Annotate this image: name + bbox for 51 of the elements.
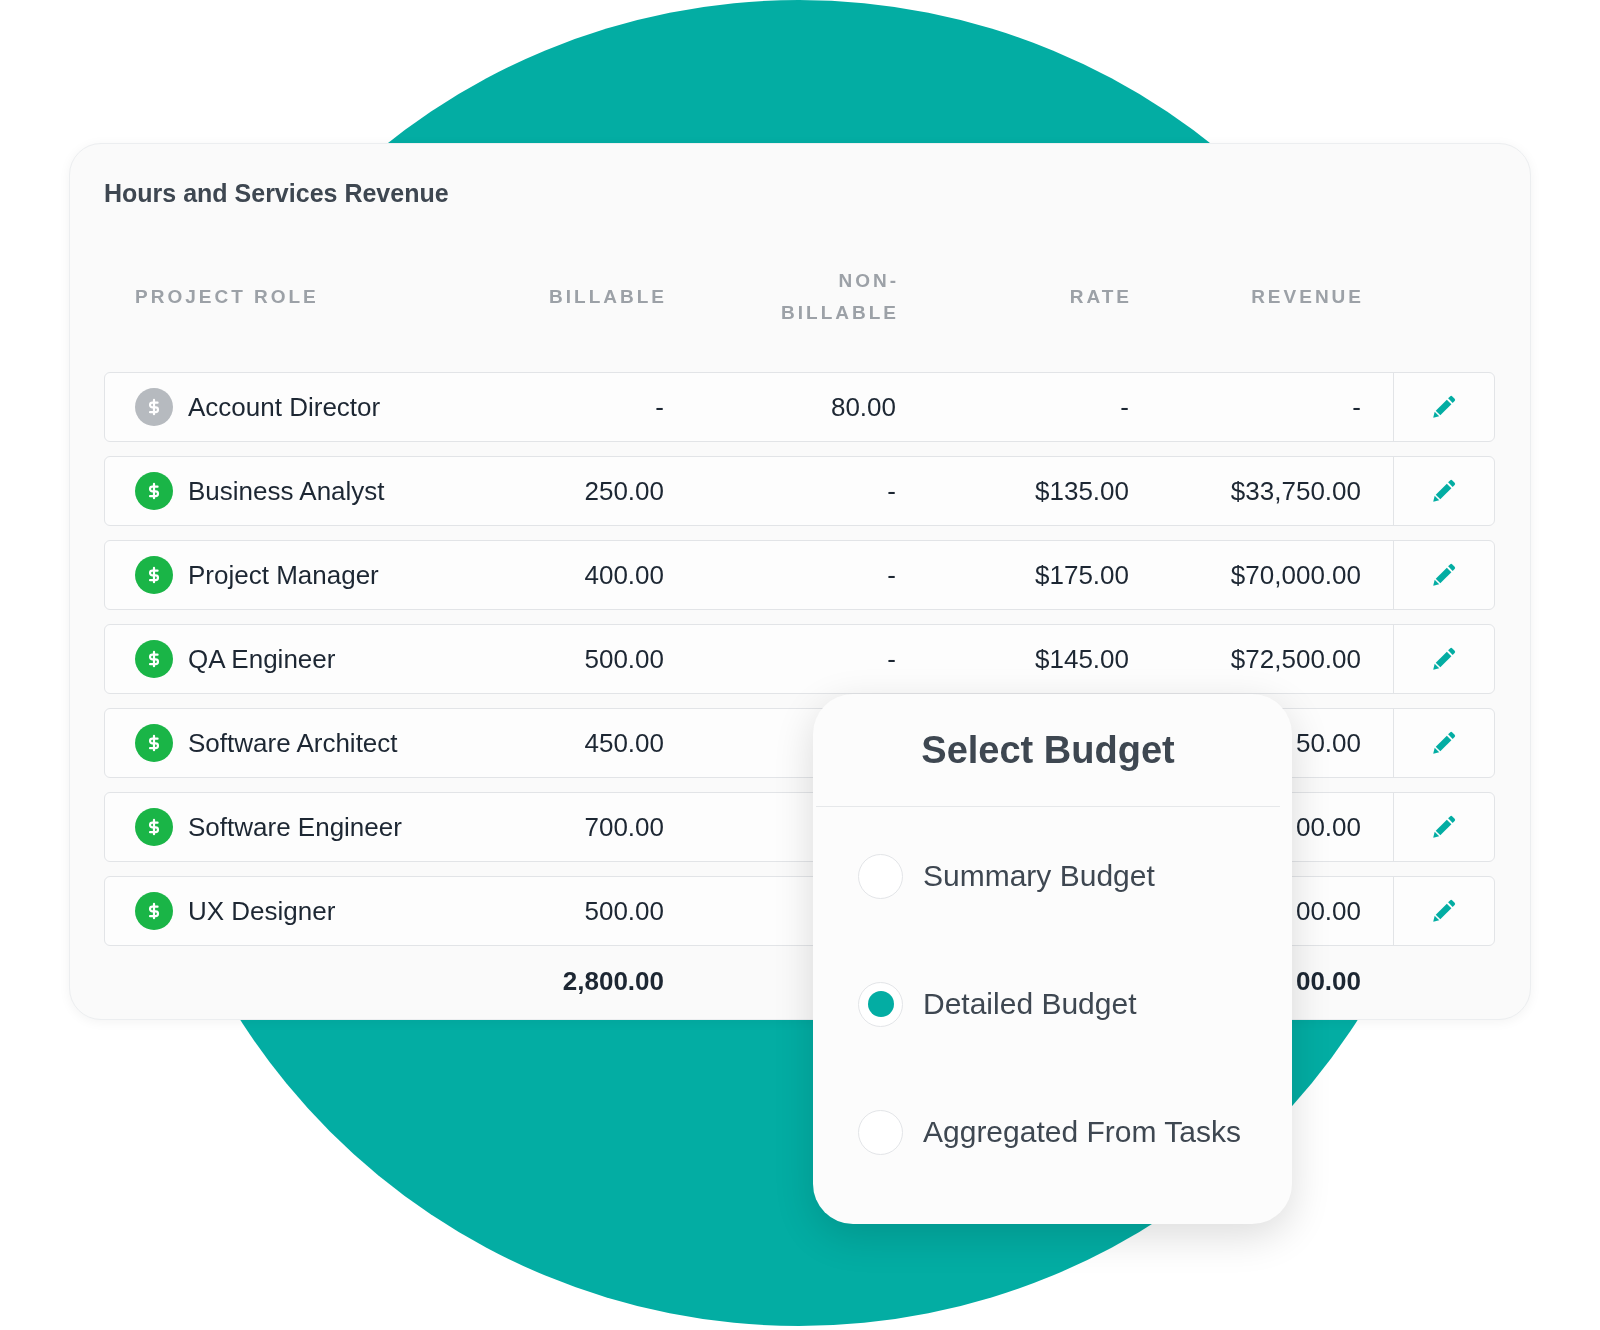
pencil-icon	[1431, 562, 1457, 588]
total-cell: 00.00	[1295, 965, 1361, 997]
column-header: NON-BILLABLE	[781, 269, 899, 325]
role-name: Project Manager	[188, 559, 379, 591]
role-name: Software Engineer	[188, 811, 402, 843]
table-cell: $33,750.00	[1230, 475, 1361, 507]
radio-button[interactable]	[858, 981, 903, 1027]
column-header: RATE	[1069, 285, 1132, 309]
table-cell: 700.00	[584, 811, 664, 843]
table-cell: -	[887, 559, 896, 591]
card-title: Hours and Services Revenue	[104, 178, 450, 208]
table-cell: -	[887, 475, 896, 507]
table-cell: $72,500.00	[1230, 643, 1361, 675]
pencil-icon	[1431, 478, 1457, 504]
table-cell: 250.00	[584, 475, 664, 507]
column-header: PROJECT ROLE	[135, 285, 319, 309]
radio-label[interactable]: Aggregated From Tasks	[923, 1114, 1241, 1150]
pencil-icon	[1431, 394, 1457, 420]
pencil-icon	[1431, 730, 1457, 756]
table-cell: $70,000.00	[1230, 559, 1361, 591]
radio-label[interactable]: Summary Budget	[923, 858, 1155, 894]
role-name: Business Analyst	[188, 475, 385, 507]
column-header: BILLABLE	[549, 285, 667, 309]
table-cell: $135.00	[1035, 475, 1129, 507]
total-cell: 2,800.00	[562, 965, 664, 997]
radio-label[interactable]: Detailed Budget	[923, 986, 1137, 1022]
radio-button[interactable]	[858, 853, 903, 899]
table-cell: 400.00	[584, 559, 664, 591]
table-cell: 450.00	[584, 727, 664, 759]
column-header: REVENUE	[1251, 285, 1364, 309]
table-cell: 500.00	[584, 643, 664, 675]
table-cell: $175.00	[1035, 559, 1129, 591]
table-cell: $145.00	[1035, 643, 1129, 675]
table-cell: -	[655, 391, 664, 423]
table-cell: 80.00	[830, 391, 896, 423]
role-name: Account Director	[188, 391, 381, 423]
table-cell: 500.00	[584, 895, 664, 927]
pencil-icon	[1431, 898, 1457, 924]
table-cell: 50.00	[1295, 727, 1361, 759]
pencil-icon	[1431, 814, 1457, 840]
table-cell: -	[1352, 391, 1361, 423]
table-cell: -	[887, 643, 896, 675]
role-name: Software Architect	[188, 727, 398, 759]
table-cell: -	[1120, 391, 1129, 423]
table-cell: 00.00	[1295, 811, 1361, 843]
popup-title: Select Budget	[921, 728, 1175, 772]
radio-button[interactable]	[858, 1109, 903, 1155]
role-name: QA Engineer	[188, 643, 336, 675]
role-name: UX Designer	[188, 895, 336, 927]
table-cell: 00.00	[1295, 895, 1361, 927]
pencil-icon	[1431, 646, 1457, 672]
